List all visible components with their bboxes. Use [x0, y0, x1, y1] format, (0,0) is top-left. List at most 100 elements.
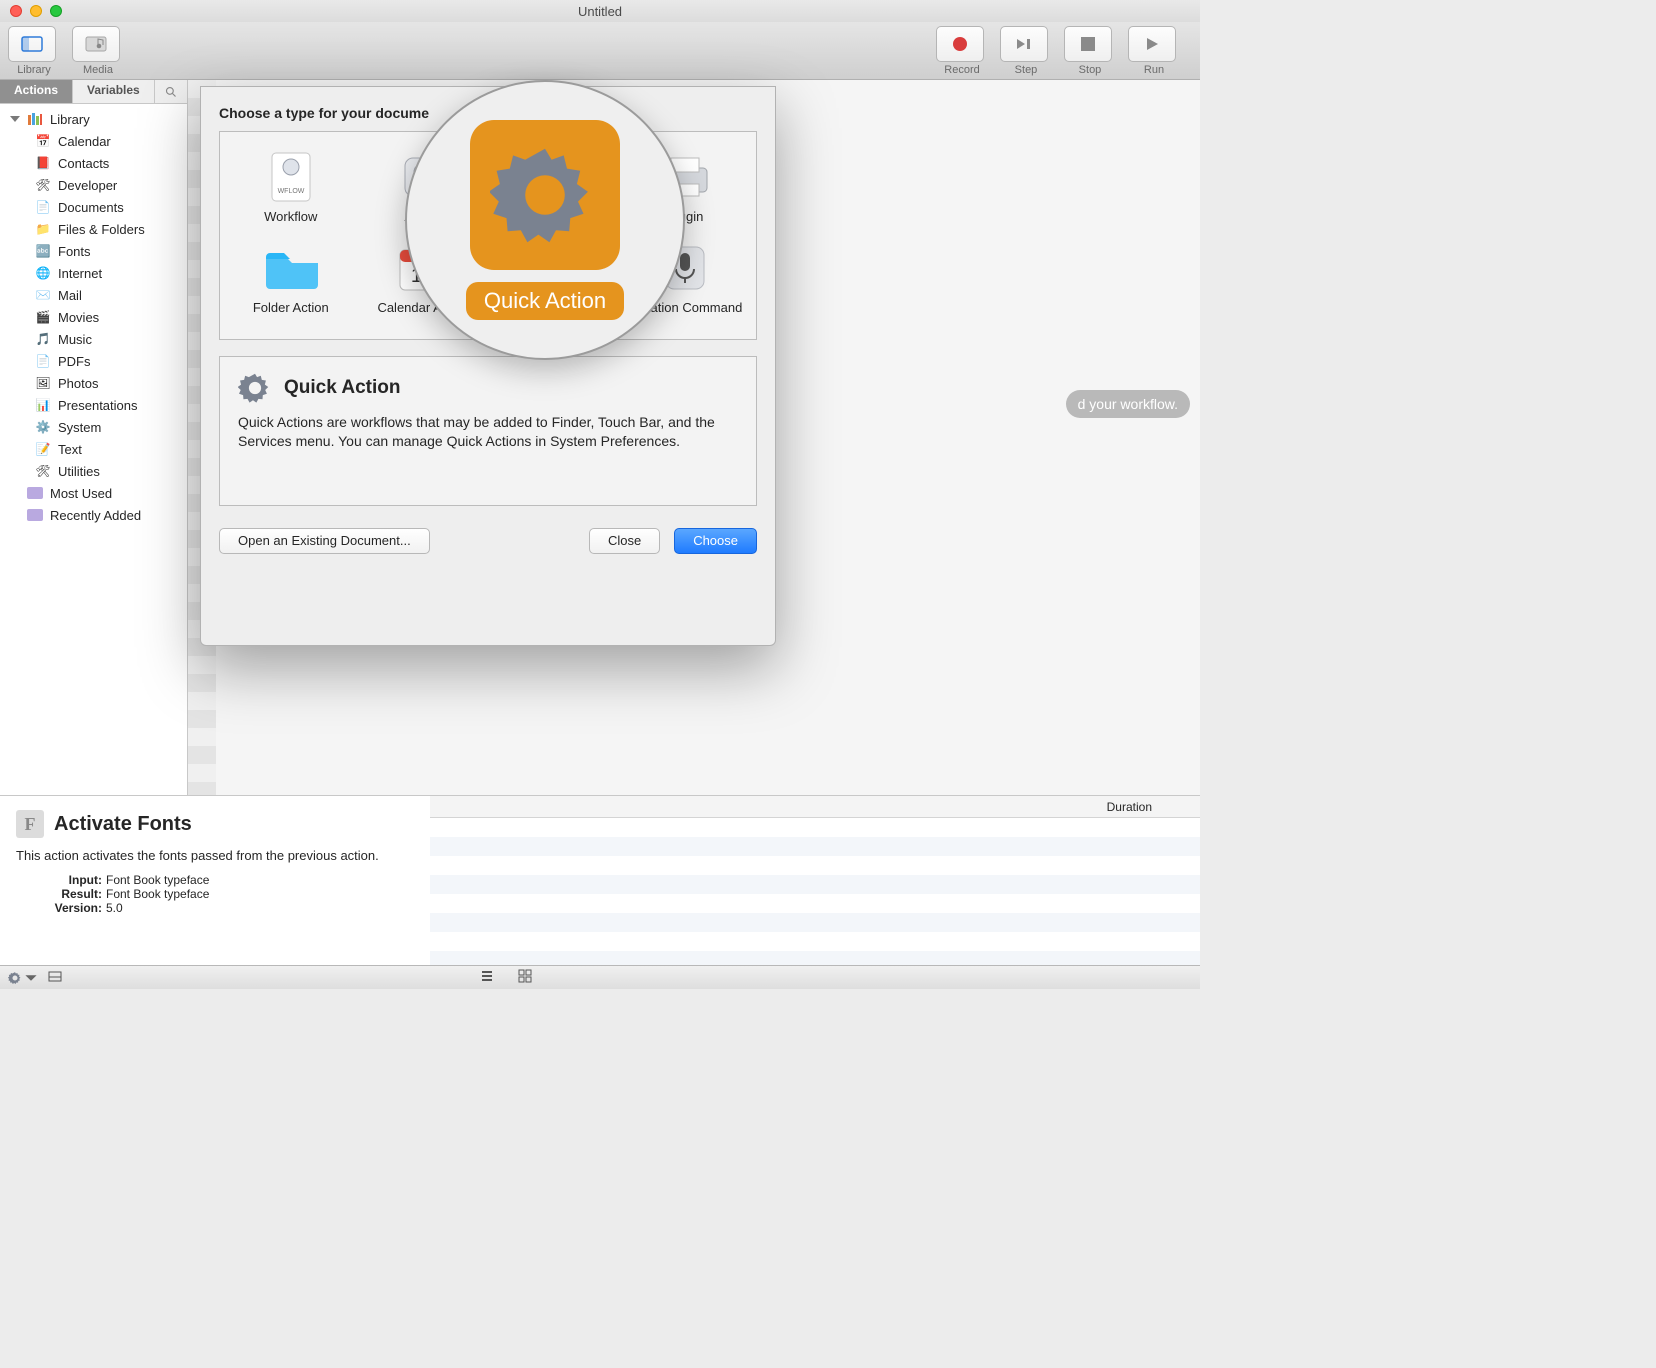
record-button[interactable] [936, 26, 984, 62]
sidebar-item-label: Fonts [58, 244, 91, 259]
sidebar-item-utilities[interactable]: 🛠Utilities [6, 460, 187, 482]
template-folder-action[interactable]: Folder Action [228, 235, 354, 335]
tree-library-label: Library [50, 112, 90, 127]
category-icon: ✉️ [34, 286, 52, 304]
sidebar-item-developer[interactable]: 🛠 Developer [6, 174, 187, 196]
detail-result-row: Result:Font Book typeface [44, 887, 414, 901]
status-bar [0, 965, 1200, 989]
sidebar-item-calendar[interactable]: 📅Calendar [6, 130, 187, 152]
sidebar-item-label: Internet [58, 266, 102, 281]
tree-most-used[interactable]: Most Used [6, 482, 187, 504]
sidebar-item-movies[interactable]: 🎬Movies [6, 306, 187, 328]
step-label: Step [1015, 64, 1038, 76]
sidebar-item-documents[interactable]: 📄 Documents [6, 196, 187, 218]
folder-blue-icon [262, 239, 320, 297]
window-title: Untitled [0, 4, 1200, 19]
media-label: Media [83, 64, 113, 76]
sidebar-item-label: Contacts [58, 156, 109, 171]
log-rows [430, 818, 1200, 965]
list-icon [480, 969, 494, 983]
sidebar-item-text[interactable]: 📝Text [6, 438, 187, 460]
library-icon [26, 110, 44, 128]
detail-summary: This action activates the fonts passed f… [16, 848, 414, 863]
quick-action-tile [470, 120, 620, 270]
category-icon: 🖼 [34, 374, 52, 392]
sidebar-item-pdfs[interactable]: 📄 PDFs [6, 350, 187, 372]
grid-icon [518, 969, 532, 983]
sidebar-item-files-folders[interactable]: 📁 Files & Folders [6, 218, 187, 240]
tree-most-used-label: Most Used [50, 486, 112, 501]
title-bar: Untitled [0, 0, 1200, 22]
sidebar-item-label: Movies [58, 310, 99, 325]
template-desc-title: Quick Action [284, 377, 400, 399]
step-button[interactable] [1000, 26, 1048, 62]
template-description: Quick Action Quick Actions are workflows… [219, 356, 757, 506]
tab-actions[interactable]: Actions [0, 80, 73, 103]
sidebar-item-label: Files & Folders [58, 222, 145, 237]
sidebar-item-system[interactable]: ⚙️ System [6, 416, 187, 438]
category-icon: 📄 [34, 352, 52, 370]
view-grid-button[interactable] [518, 969, 532, 986]
category-icon: 📅 [34, 132, 52, 150]
gear-icon [490, 140, 600, 250]
sidebar-item-music[interactable]: 🎵Music [6, 328, 187, 350]
template-workflow[interactable]: WFLOW Workflow [228, 144, 354, 229]
duration-column-header[interactable]: Duration [430, 796, 1200, 818]
detail-input-row: Input:Font Book typeface [44, 873, 414, 887]
gear-icon [8, 971, 22, 985]
category-icon: 📕 [34, 154, 52, 172]
category-icon: 🌐 [34, 264, 52, 282]
stop-button[interactable] [1064, 26, 1112, 62]
magnifier-overlay: Quick Action [405, 80, 685, 360]
action-detail-panel: F Activate Fonts This action activates t… [0, 795, 1200, 965]
workflow-hint: d your workflow. [1066, 390, 1190, 418]
open-existing-button[interactable]: Open an Existing Document... [219, 528, 430, 554]
run-button[interactable] [1128, 26, 1176, 62]
svg-text:WFLOW: WFLOW [277, 188, 304, 195]
category-icon: 📊 [34, 396, 52, 414]
sidebar-item-contacts[interactable]: 📕 Contacts [6, 152, 187, 174]
stop-label: Stop [1079, 64, 1102, 76]
sidebar-item-presentations[interactable]: 📊Presentations [6, 394, 187, 416]
search-icon [165, 86, 177, 98]
gear-menu-button[interactable] [8, 971, 38, 985]
sidebar-item-label: Music [58, 332, 92, 347]
tab-variables[interactable]: Variables [73, 80, 155, 103]
category-icon: 🛠 [34, 176, 52, 194]
sidebar-item-label: Documents [58, 200, 124, 215]
workflow-icon: WFLOW [262, 148, 320, 206]
view-list-button[interactable] [480, 969, 494, 986]
sidebar-item-label: System [58, 420, 101, 435]
sidebar-item-photos[interactable]: 🖼 Photos [6, 372, 187, 394]
folder-icon [26, 506, 44, 524]
quick-action-label: Quick Action [466, 282, 624, 320]
toolbar: Library Media Record Step Stop Run [0, 22, 1200, 80]
sidebar-item-label: PDFs [58, 354, 91, 369]
sidebar-item-fonts[interactable]: 🔤 Fonts [6, 240, 187, 262]
sidebar-item-label: Text [58, 442, 82, 457]
sidebar-item-label: Photos [58, 376, 98, 391]
sidebar-item-label: Mail [58, 288, 82, 303]
gear-icon [238, 371, 272, 405]
toggle-detail-button[interactable] [48, 969, 62, 986]
category-icon: ⚙️ [34, 418, 52, 436]
media-button[interactable] [72, 26, 120, 62]
choose-button[interactable]: Choose [674, 528, 757, 554]
category-icon: 📁 [34, 220, 52, 238]
category-icon: 📄 [34, 198, 52, 216]
detail-title: F Activate Fonts [16, 810, 414, 838]
close-button[interactable]: Close [589, 528, 660, 554]
tree-library[interactable]: Library [6, 108, 187, 130]
folder-icon [26, 484, 44, 502]
library-sidebar: Actions Variables Library 📅Calendar 📕 Cont… [0, 80, 188, 795]
record-label: Record [944, 64, 979, 76]
library-button[interactable] [8, 26, 56, 62]
category-icon: 🔤 [34, 242, 52, 260]
detail-title-text: Activate Fonts [54, 813, 192, 836]
sidebar-item-mail[interactable]: ✉️ Mail [6, 284, 187, 306]
sidebar-item-internet[interactable]: 🌐 Internet [6, 262, 187, 284]
disclosure-triangle-icon [10, 116, 20, 122]
sidebar-item-label: Developer [58, 178, 117, 193]
sidebar-search[interactable] [155, 80, 187, 103]
tree-recently-added[interactable]: Recently Added [6, 504, 187, 526]
